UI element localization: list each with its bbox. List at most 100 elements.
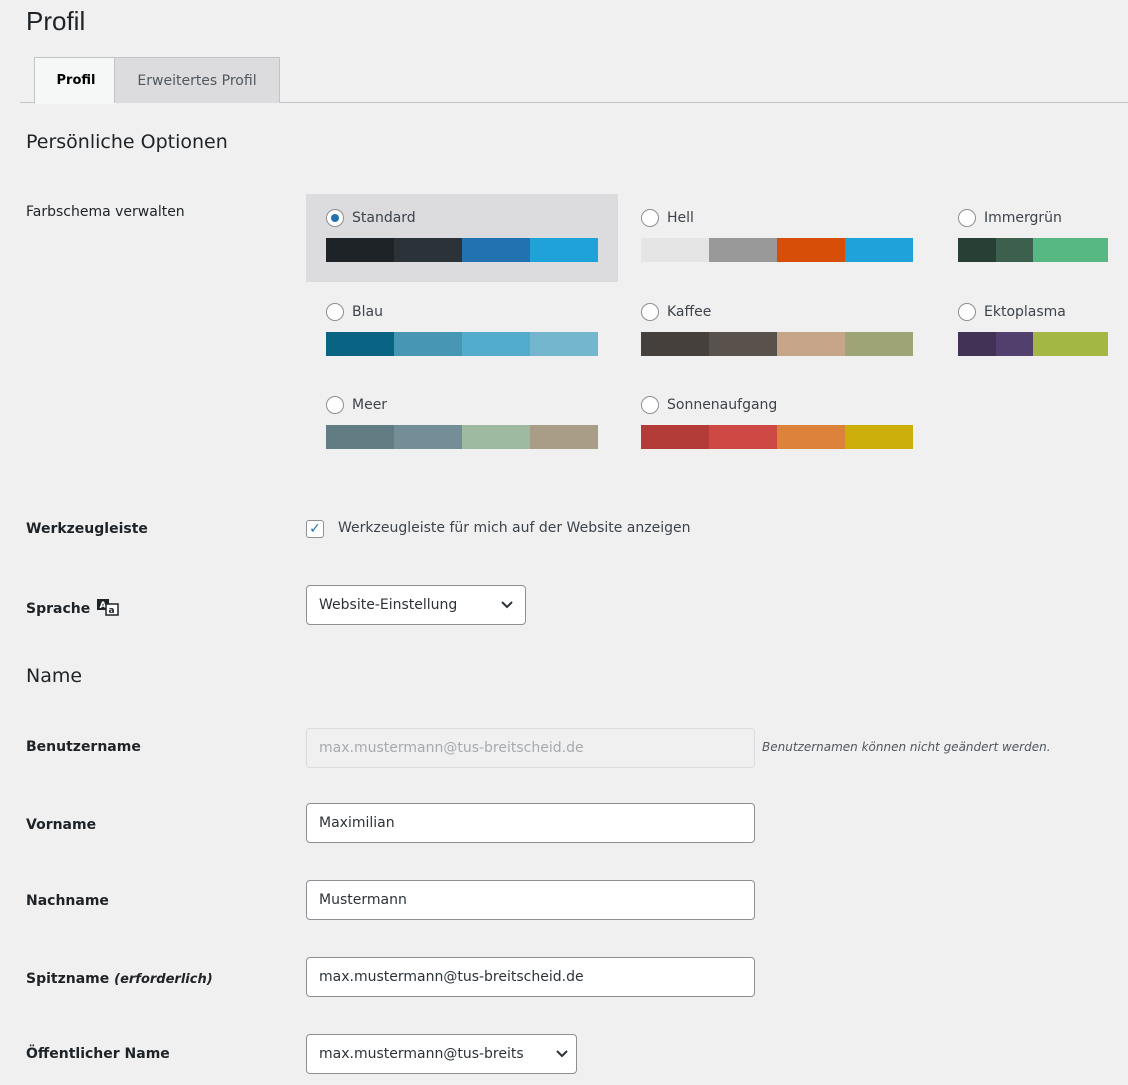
display-name-label: Öffentlicher Name — [26, 1046, 170, 1062]
last-name-input[interactable] — [306, 880, 755, 920]
section-heading-personal-options: Persönliche Optionen — [26, 131, 228, 153]
color-swatch — [530, 238, 598, 262]
color-swatch — [709, 238, 777, 262]
color-scheme-swatches — [958, 238, 1108, 262]
color-scheme-swatches — [641, 332, 913, 356]
color-swatch — [462, 425, 530, 449]
color-scheme-radio[interactable] — [958, 303, 976, 321]
username-input — [306, 728, 755, 768]
color-swatch — [845, 425, 913, 449]
color-swatch — [995, 332, 1033, 356]
color-scheme-radio-line: Ektoplasma — [958, 300, 1108, 324]
color-swatch — [641, 238, 709, 262]
color-swatch — [777, 332, 845, 356]
toolbar-checkbox[interactable]: ✓ — [306, 520, 324, 538]
color-swatch — [394, 425, 462, 449]
color-scheme-option[interactable]: Meer — [306, 381, 618, 469]
tab-profil[interactable]: Profil — [34, 57, 118, 104]
nickname-label: Spitzname (erforderlich) — [26, 971, 213, 987]
color-scheme-swatches — [326, 332, 598, 356]
color-scheme-swatches — [326, 238, 598, 262]
color-scheme-name: Ektoplasma — [984, 304, 1066, 320]
color-scheme-radio[interactable] — [326, 209, 344, 227]
color-swatch — [641, 332, 709, 356]
color-scheme-radio[interactable] — [326, 303, 344, 321]
color-scheme-name: Kaffee — [667, 304, 712, 320]
username-hint: Benutzernamen können nicht geändert werd… — [762, 740, 1051, 754]
color-scheme-radio[interactable] — [641, 396, 659, 414]
color-scheme-option[interactable]: Standard — [306, 194, 618, 282]
first-name-label: Vorname — [26, 817, 97, 833]
language-label-text: Sprache — [26, 601, 91, 617]
color-scheme-swatches — [641, 238, 913, 262]
color-swatch — [326, 425, 394, 449]
color-swatch — [777, 238, 845, 262]
color-scheme-name: Sonnenaufgang — [667, 397, 778, 413]
color-swatch — [958, 332, 996, 356]
color-scheme-option[interactable]: Sonnenaufgang — [621, 381, 933, 469]
color-swatch — [462, 238, 530, 262]
color-scheme-radio-line: Kaffee — [641, 300, 913, 324]
color-scheme-radio-line: Meer — [326, 393, 598, 417]
color-scheme-name: Blau — [352, 304, 383, 320]
color-scheme-radio-line: Standard — [326, 206, 598, 230]
color-swatch — [326, 238, 394, 262]
color-scheme-radio[interactable] — [641, 303, 659, 321]
color-swatch — [709, 332, 777, 356]
color-swatch — [1070, 238, 1108, 262]
toolbar-checkbox-label: Werkzeugleiste für mich auf der Website … — [338, 520, 691, 536]
page-title: Profil — [26, 6, 86, 36]
color-swatch — [530, 425, 598, 449]
color-swatch — [394, 332, 462, 356]
color-scheme-swatches — [958, 332, 1108, 356]
section-heading-name: Name — [26, 665, 83, 687]
color-swatch — [1070, 332, 1108, 356]
color-swatch — [462, 332, 530, 356]
color-scheme-radio[interactable] — [326, 396, 344, 414]
display-name-select-value: max.mustermann@tus-breits — [319, 1046, 524, 1062]
color-scheme-option[interactable]: Immergrün — [938, 194, 1128, 282]
color-scheme-option[interactable]: Hell — [621, 194, 933, 282]
color-swatch — [1033, 332, 1071, 356]
tab-erweitertes-profil[interactable]: Erweitertes Profil — [114, 57, 280, 103]
color-scheme-radio-line: Sonnenaufgang — [641, 393, 913, 417]
color-scheme-radio[interactable] — [641, 209, 659, 227]
last-name-label: Nachname — [26, 893, 109, 909]
color-scheme-option[interactable]: Blau — [306, 288, 618, 376]
color-scheme-option[interactable]: Kaffee — [621, 288, 933, 376]
color-swatch — [530, 332, 598, 356]
color-scheme-label: Farbschema verwalten — [26, 204, 185, 220]
chevron-down-icon — [556, 1047, 568, 1061]
color-scheme-name: Immergrün — [984, 210, 1062, 226]
chevron-down-icon — [501, 598, 513, 612]
profile-tabs: Profil Erweitertes Profil — [20, 57, 1128, 104]
color-swatch — [709, 425, 777, 449]
nickname-required-note: (erforderlich) — [114, 972, 213, 987]
color-scheme-name: Standard — [352, 210, 416, 226]
nickname-input[interactable] — [306, 957, 755, 997]
color-swatch — [777, 425, 845, 449]
color-scheme-swatches — [641, 425, 913, 449]
language-select[interactable]: Website-Einstellung — [306, 585, 526, 625]
nickname-label-text: Spitzname — [26, 971, 110, 987]
username-label: Benutzername — [26, 739, 141, 755]
first-name-input[interactable] — [306, 803, 755, 843]
color-scheme-name: Meer — [352, 397, 388, 413]
color-swatch — [641, 425, 709, 449]
color-scheme-radio[interactable] — [958, 209, 976, 227]
color-scheme-radio-line: Immergrün — [958, 206, 1108, 230]
color-swatch — [394, 238, 462, 262]
display-name-select[interactable]: max.mustermann@tus-breits — [306, 1034, 577, 1074]
color-swatch — [1033, 238, 1071, 262]
color-scheme-radio-line: Blau — [326, 300, 598, 324]
translate-icon: A a — [97, 598, 119, 620]
color-scheme-radio-line: Hell — [641, 206, 913, 230]
checkmark-icon: ✓ — [309, 521, 321, 537]
toolbar-label: Werkzeugleiste — [26, 521, 148, 537]
color-swatch — [958, 238, 996, 262]
svg-text:a: a — [109, 606, 115, 616]
color-scheme-swatches — [326, 425, 598, 449]
language-select-value: Website-Einstellung — [319, 597, 458, 613]
language-label: Sprache A a — [26, 598, 119, 620]
color-scheme-option[interactable]: Ektoplasma — [938, 288, 1128, 376]
